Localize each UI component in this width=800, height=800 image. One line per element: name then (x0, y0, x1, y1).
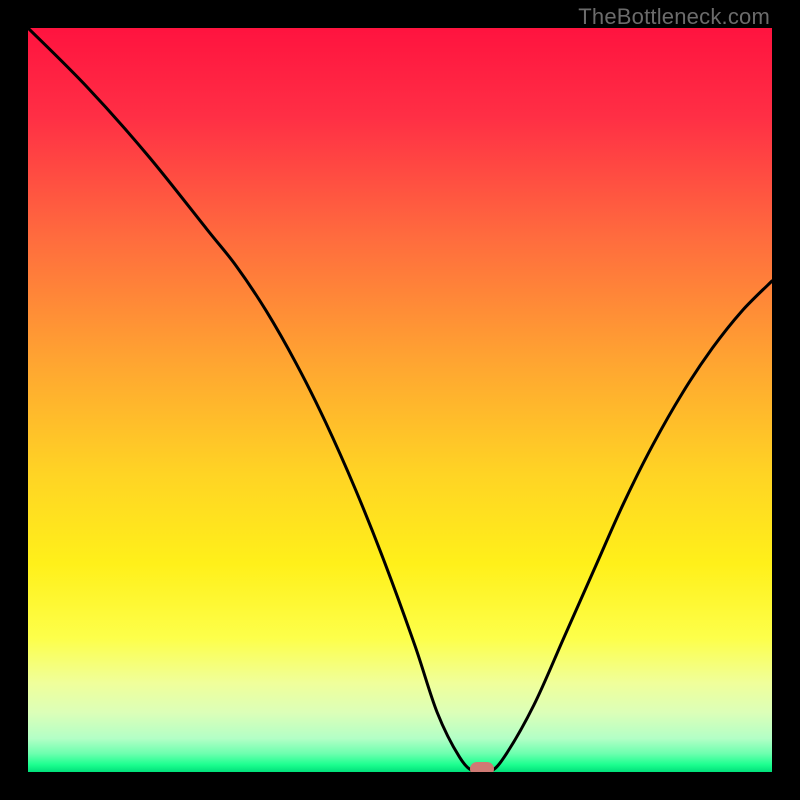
plot-area (28, 28, 772, 772)
bottleneck-curve (28, 28, 772, 772)
optimal-point-marker (470, 762, 494, 772)
chart-frame: TheBottleneck.com (0, 0, 800, 800)
watermark-text: TheBottleneck.com (578, 4, 770, 30)
